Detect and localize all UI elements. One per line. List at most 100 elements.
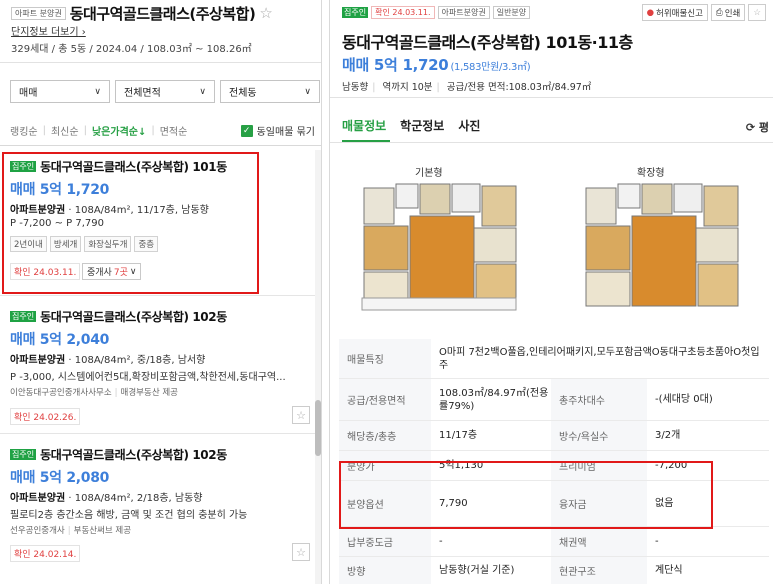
print-icon: ⎙ xyxy=(715,7,723,18)
agent-name: 선우공인중개사 xyxy=(10,526,65,536)
owner-badge: 집주인 xyxy=(10,311,37,322)
price-value: 매매 5억 1,720 xyxy=(342,56,449,74)
print-button[interactable]: ⎙ 인쇄 xyxy=(710,4,746,21)
confirm-date: 확인 24.02.14. xyxy=(10,545,81,562)
divider xyxy=(0,62,321,63)
table-header-cell: 총주차대수 xyxy=(551,379,647,420)
highlight-box xyxy=(2,152,259,294)
detail-tabs: 매물정보 학군정보 사진 xyxy=(342,117,480,134)
table-value-cell: O마피 7천2백O풀옵,인테리어패키지,모두포함금액O동대구초등초품아O첫입주 xyxy=(439,346,760,371)
tab-photos[interactable]: 사진 xyxy=(458,117,480,134)
table-value-cell: 11/17층 xyxy=(439,430,478,441)
list-item-desc: P -3,000, 시스템에어컨5대,확장비포함금액,착한전세,동대구역... xyxy=(10,372,286,383)
sort-latest[interactable]: 최신순 xyxy=(51,123,79,138)
table-header-cell: 해당층/총층 xyxy=(339,421,431,450)
confirm-date: 확인 24.02.26. xyxy=(10,408,81,425)
table-row: 공급/전용면적 108.03㎡/84.97㎡(전용률79%) 총주차대수 -(세… xyxy=(339,379,769,421)
detail-title: 동대구역골드클래스(주상복합) 101동·11층 xyxy=(342,33,633,52)
scrollbar-track[interactable] xyxy=(315,150,321,584)
listing-panel: 아파트 분양권 동대구역골드클래스(주상복합) ☆ 단지정보 더보기 › 329… xyxy=(0,0,322,584)
list-item-title: 동대구역골드클래스(주상복합) 102동 xyxy=(40,448,227,462)
scrollbar-thumb[interactable] xyxy=(315,400,321,456)
confirm-date-tag: 확인 24.03.11. xyxy=(371,6,435,19)
price-per-area: (1,583만원/3.3㎡) xyxy=(450,62,531,73)
filter-bar: 매매 ∨ 전체면적 ∨ 전체동 ∨ xyxy=(10,80,320,103)
checkbox-checked-icon[interactable]: ✓ xyxy=(240,124,253,137)
floor-plan-extended-image xyxy=(582,180,742,314)
owner-badge: 집주인 xyxy=(342,7,369,18)
favorite-star-icon[interactable]: ☆ xyxy=(292,543,310,561)
list-item-title: 동대구역골드클래스(주상복합) 102동 xyxy=(40,310,227,324)
list-item-price: 매매 5억 2,080 xyxy=(10,470,110,486)
print-label: 인쇄 xyxy=(724,8,741,19)
list-item-agent: 이안동대구공인중개사사무소 | 매경부동산 제공 xyxy=(10,386,178,398)
tab-listing-info[interactable]: 매물정보 xyxy=(342,117,386,134)
highlight-box xyxy=(339,461,713,529)
plan-label-extended: 확장형 xyxy=(637,168,665,179)
spec-type: 아파트분양권 xyxy=(10,355,66,366)
sort-separator: | xyxy=(83,125,87,136)
complex-title-row: 아파트 분양권 동대구역골드클래스(주상복합) ☆ xyxy=(11,4,273,23)
table-header-cell: 공급/전용면적 xyxy=(339,379,431,420)
table-value-cell: 계단식 xyxy=(655,565,683,576)
list-item-header: 집주인 동대구역골드클래스(주상복합) 102동 xyxy=(10,308,227,325)
agent-name: 이안동대구공인중개사사무소 xyxy=(10,388,112,398)
table-row: 매물특징 O마피 7천2백O풀옵,인테리어패키지,모두포함금액O동대구초등초품아… xyxy=(339,339,769,379)
divider xyxy=(330,97,773,98)
detail-price: 매매 5억 1,720 (1,583만원/3.3㎡) xyxy=(342,54,531,75)
same-listing-label: 동일매물 묶기 xyxy=(256,127,315,138)
property-type-tag: 아파트분양권 xyxy=(437,6,490,19)
sort-ranking[interactable]: 랭킹순 xyxy=(10,123,38,138)
area-info: 공급/전용 면적:108.03㎡/84.97㎡ xyxy=(446,82,592,93)
table-value-cell: - xyxy=(655,536,659,547)
favorite-star-icon[interactable]: ☆ xyxy=(292,406,310,424)
spec-detail: · 108A/84m², 2/18층, 남동향 xyxy=(65,493,203,504)
trade-type-dropdown[interactable]: 매매 ∨ xyxy=(10,80,110,103)
complex-summary: 329세대 / 총 5동 / 2024.04 / 108.03㎡ ~ 108.2… xyxy=(11,44,252,55)
separator: | xyxy=(67,526,71,536)
list-item[interactable]: 집주인 동대구역골드클래스(주상복합) 102동 매매 5억 2,040 아파트… xyxy=(0,296,316,434)
table-header-cell: 채권액 xyxy=(551,527,647,556)
dropdown-value: 매매 xyxy=(19,88,38,99)
station-distance: 역까지 10분 xyxy=(382,82,433,93)
area-unit-toggle[interactable]: ⟳ 평 xyxy=(746,119,769,135)
table-value-cell: 3/2개 xyxy=(655,430,681,441)
complex-more-info-link[interactable]: 단지정보 더보기 › xyxy=(11,23,86,38)
complex-type-tag: 아파트 분양권 xyxy=(11,6,66,20)
dropdown-value: 전체동 xyxy=(229,88,257,99)
sort-area[interactable]: 면적순 xyxy=(160,123,188,138)
list-item-spec: 아파트분양권 · 108A/84m², 중/18층, 남서향 xyxy=(10,351,205,366)
separator: | xyxy=(372,82,376,93)
favorite-star-icon[interactable]: ☆ xyxy=(259,4,272,22)
list-item-header: 집주인 동대구역골드클래스(주상복합) 102동 xyxy=(10,446,227,463)
list-item[interactable]: 집주인 동대구역골드클래스(주상복합) 102동 매매 5억 2,080 아파트… xyxy=(0,434,316,584)
table-header-cell: 현관구조 xyxy=(551,557,647,584)
sort-lowest-price[interactable]: 낮은가격순↓ xyxy=(92,123,146,138)
detail-actions: ● 허위매물신고 ⎙ 인쇄 ☆ xyxy=(641,4,766,21)
table-row: 해당층/총층 11/17층 방수/욕실수 3/2개 xyxy=(339,421,769,451)
list-item-spec: 아파트분양권 · 108A/84m², 2/18층, 남동향 xyxy=(10,489,202,504)
report-button[interactable]: ● 허위매물신고 xyxy=(641,4,708,21)
alert-icon: ● xyxy=(646,7,654,18)
provider-name: 매경부동산 제공 xyxy=(120,388,178,398)
chevron-down-icon: ∨ xyxy=(199,86,206,97)
table-row: 방향 남동향(거실 기준) 현관구조 계단식 xyxy=(339,557,769,584)
chevron-down-icon: ∨ xyxy=(94,86,101,97)
table-row: 납부중도금 - 채권액 - xyxy=(339,527,769,557)
table-value-cell: - xyxy=(439,536,443,547)
direction: 남동향 xyxy=(342,82,369,93)
favorite-star-icon[interactable]: ☆ xyxy=(748,4,766,21)
detail-tags: 집주인 확인 24.03.11. 아파트분양권 일반분양 xyxy=(342,6,531,19)
dropdown-value: 전체면적 xyxy=(124,88,161,99)
detail-info: 남동향 | 역까지 10분 | 공급/전용 면적:108.03㎡/84.97㎡ xyxy=(342,79,591,93)
area-dropdown[interactable]: 전체면적 ∨ xyxy=(115,80,215,103)
owner-badge: 집주인 xyxy=(10,449,37,460)
sort-separator: | xyxy=(42,125,46,136)
chevron-down-icon: ∨ xyxy=(304,86,311,97)
table-value-cell: 108.03㎡/84.97㎡(전용률79%) xyxy=(439,387,549,412)
sort-separator: | xyxy=(151,125,155,136)
building-dropdown[interactable]: 전체동 ∨ xyxy=(220,80,320,103)
complex-name: 동대구역골드클래스(주상복합) xyxy=(69,4,256,23)
tab-school-info[interactable]: 학군정보 xyxy=(400,117,444,134)
same-listing-toggle[interactable]: ✓ 동일매물 묶기 xyxy=(240,123,315,138)
